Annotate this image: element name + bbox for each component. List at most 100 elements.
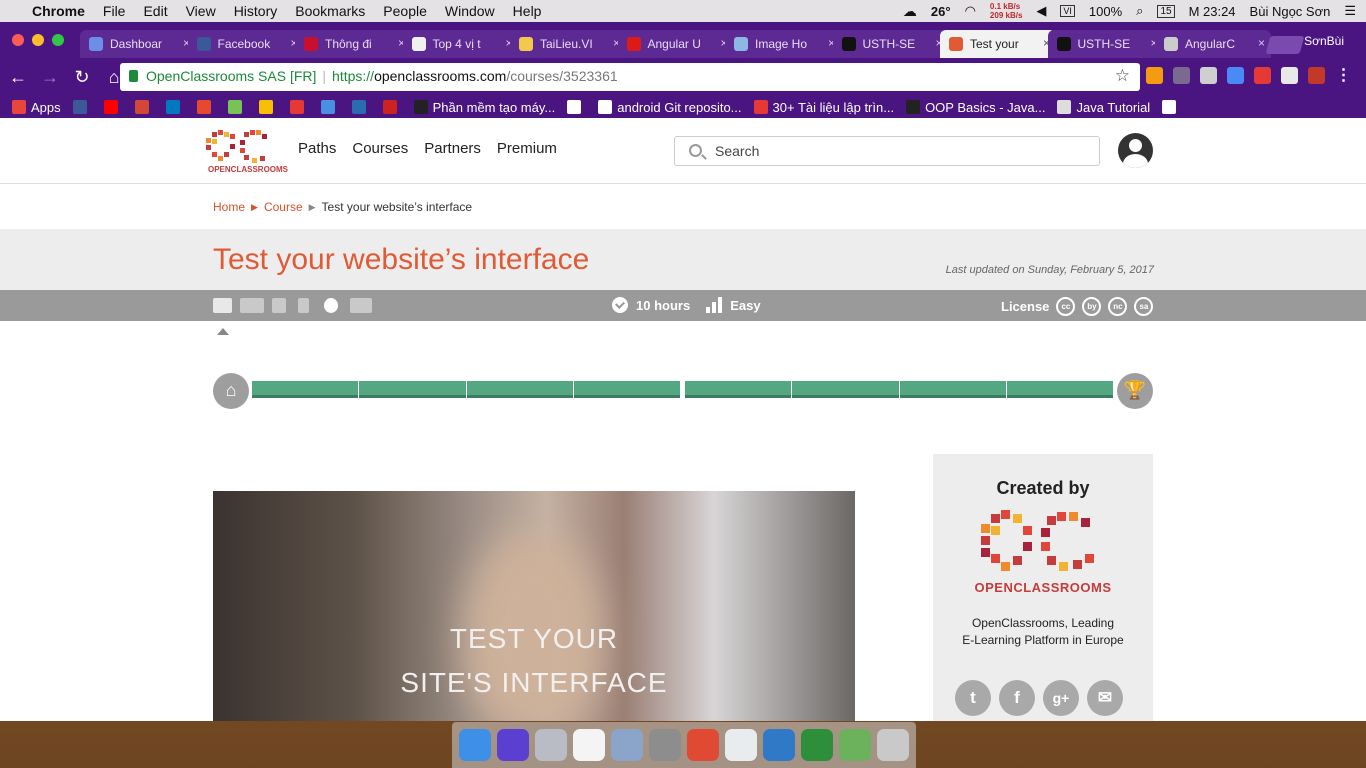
dock-system-preferences-icon[interactable] <box>649 729 681 761</box>
dock-launchpad-icon[interactable] <box>535 729 567 761</box>
address-bar[interactable]: OpenClassrooms SAS [FR] | https://openclas… <box>120 63 1140 91</box>
dock-calendar-icon[interactable] <box>573 729 605 761</box>
bookmark-item[interactable] <box>165 100 185 114</box>
dock-visual-studio-code-icon[interactable] <box>763 729 795 761</box>
course-intro-video[interactable]: TEST YOUR SITE'S INTERFACE <box>213 491 855 721</box>
dock-maps-icon[interactable] <box>839 729 871 761</box>
bookmark-item[interactable] <box>320 100 340 114</box>
bookmark-item[interactable] <box>351 100 371 114</box>
user-avatar[interactable] <box>1118 133 1153 168</box>
email-icon[interactable]: ✉ <box>1087 680 1123 716</box>
dock-chrome-icon[interactable] <box>725 729 757 761</box>
calendar-day[interactable]: 15 <box>1157 4 1175 18</box>
wifi-icon[interactable]: ◠ <box>965 3 976 19</box>
chrome-menu-icon[interactable]: ⋮ <box>1335 67 1352 84</box>
bookmark-item[interactable]: android Git reposito... <box>598 100 742 115</box>
menu-help[interactable]: Help <box>513 3 542 19</box>
bookmark-star-icon[interactable]: ☆ <box>1115 66 1130 86</box>
search-input[interactable]: Search <box>674 136 1100 166</box>
breadcrumb-home[interactable]: Home <box>213 200 245 214</box>
tab[interactable]: Facebook × <box>187 30 304 58</box>
dock-preview-icon[interactable] <box>611 729 643 761</box>
tab[interactable]: Thông đi × <box>295 30 411 58</box>
author-logo-icon[interactable] <box>977 510 1109 580</box>
lock-icon[interactable] <box>129 70 138 82</box>
google-plus-icon[interactable]: g+ <box>1043 680 1079 716</box>
home-icon[interactable]: ⌂ <box>213 373 249 409</box>
progress-segment[interactable] <box>1006 381 1113 398</box>
bookmark-item[interactable]: 30+ Tài liệu lập trìn... <box>753 100 894 115</box>
spotlight-icon[interactable]: ⌕ <box>1136 3 1143 19</box>
profile-button[interactable]: SơnBùi <box>1304 34 1344 48</box>
bookmark-item[interactable]: Java Tutorial <box>1057 100 1150 115</box>
cc-icon[interactable]: cc <box>1056 297 1076 316</box>
menu-history[interactable]: History <box>234 3 278 19</box>
extension-fire-icon[interactable] <box>1146 67 1163 84</box>
forward-button[interactable]: → <box>36 67 64 88</box>
tab[interactable]: TaiLieu.VI × <box>510 30 626 58</box>
tab-close-icon[interactable]: × <box>1258 36 1265 50</box>
bookmark-item[interactable]: Phần mềm tạo máy... <box>413 100 555 115</box>
progress-segment[interactable] <box>252 381 359 398</box>
menu-edit[interactable]: Edit <box>143 3 167 19</box>
progress-segment[interactable] <box>573 381 680 398</box>
author-brand[interactable]: OPENCLASSROOMS <box>933 580 1153 595</box>
tab[interactable]: USTH-SE × <box>1047 30 1164 58</box>
battery-percent[interactable]: 100% <box>1089 4 1122 19</box>
bookmark-item[interactable] <box>289 100 309 114</box>
progress-segment[interactable] <box>359 381 466 398</box>
openclassrooms-logo[interactable]: OPENCLASSROOMS <box>204 128 288 174</box>
user-name[interactable]: Bùi Ngọc Sơn <box>1250 4 1331 19</box>
menu-window[interactable]: Window <box>445 3 495 19</box>
extension-translate-icon[interactable] <box>1227 67 1244 84</box>
breadcrumb-course[interactable]: Course <box>264 200 303 214</box>
bookmark-item[interactable] <box>196 100 216 114</box>
bookmark-item[interactable]: Apps <box>12 100 61 115</box>
tab[interactable]: AngularC × <box>1155 30 1271 58</box>
input-method[interactable]: VI <box>1060 5 1075 17</box>
reload-button[interactable]: ↻ <box>68 67 96 88</box>
back-button[interactable]: ← <box>4 67 32 88</box>
new-tab-button[interactable] <box>1265 36 1305 54</box>
dock-finder-icon[interactable] <box>459 729 491 761</box>
dock-bookmark-app-icon[interactable] <box>687 729 719 761</box>
bookmark-item[interactable] <box>103 100 123 114</box>
bookmark-item[interactable] <box>72 100 92 114</box>
clock[interactable]: M 23:24 <box>1189 4 1236 19</box>
tab[interactable]: Image Ho × <box>725 30 841 58</box>
progress-segment[interactable] <box>466 381 573 398</box>
extension-mail-icon[interactable] <box>1281 67 1298 84</box>
security-label[interactable]: OpenClassrooms SAS [FR] <box>146 68 316 84</box>
progress-segment[interactable] <box>685 381 792 398</box>
progress-segment[interactable] <box>899 381 1006 398</box>
bookmark-item[interactable] <box>382 100 402 114</box>
menu-view[interactable]: View <box>186 3 216 19</box>
facebook-icon[interactable]: f <box>999 680 1035 716</box>
dock-siri-icon[interactable] <box>497 729 529 761</box>
volume-icon[interactable]: ◀ <box>1036 3 1046 19</box>
license-label[interactable]: License <box>1001 299 1049 314</box>
tab[interactable]: Top 4 vị t × <box>402 30 519 58</box>
bookmark-item[interactable]: OOP Basics - Java... <box>906 100 1045 115</box>
extension-drive-icon[interactable] <box>1200 67 1217 84</box>
extension-puzzle-icon[interactable] <box>1173 67 1190 84</box>
menu-app-name[interactable]: Chrome <box>32 3 85 19</box>
noncommercial-icon[interactable]: nc <box>1108 297 1128 316</box>
menu-bookmarks[interactable]: Bookmarks <box>295 3 365 19</box>
tab[interactable]: Dashboar × <box>80 30 196 58</box>
extension-ov-icon[interactable] <box>1254 67 1271 84</box>
bookmark-item[interactable] <box>258 100 278 114</box>
sharealike-icon[interactable]: sa <box>1134 297 1154 316</box>
minimize-window-button[interactable] <box>32 34 44 46</box>
bookmark-item[interactable] <box>1162 100 1181 114</box>
trophy-icon[interactable]: 🏆 <box>1117 373 1153 409</box>
twitter-icon[interactable]: t <box>955 680 991 716</box>
weather-icon[interactable]: ☁ <box>903 3 917 20</box>
tab-active[interactable]: Test your × <box>940 30 1056 58</box>
bookmark-item[interactable] <box>567 100 586 114</box>
tab[interactable]: USTH-SE × <box>832 30 949 58</box>
attribution-icon[interactable]: by <box>1082 297 1102 316</box>
menu-people[interactable]: People <box>383 3 427 19</box>
nav-paths[interactable]: Paths <box>298 140 336 157</box>
progress-segment[interactable] <box>792 381 899 398</box>
